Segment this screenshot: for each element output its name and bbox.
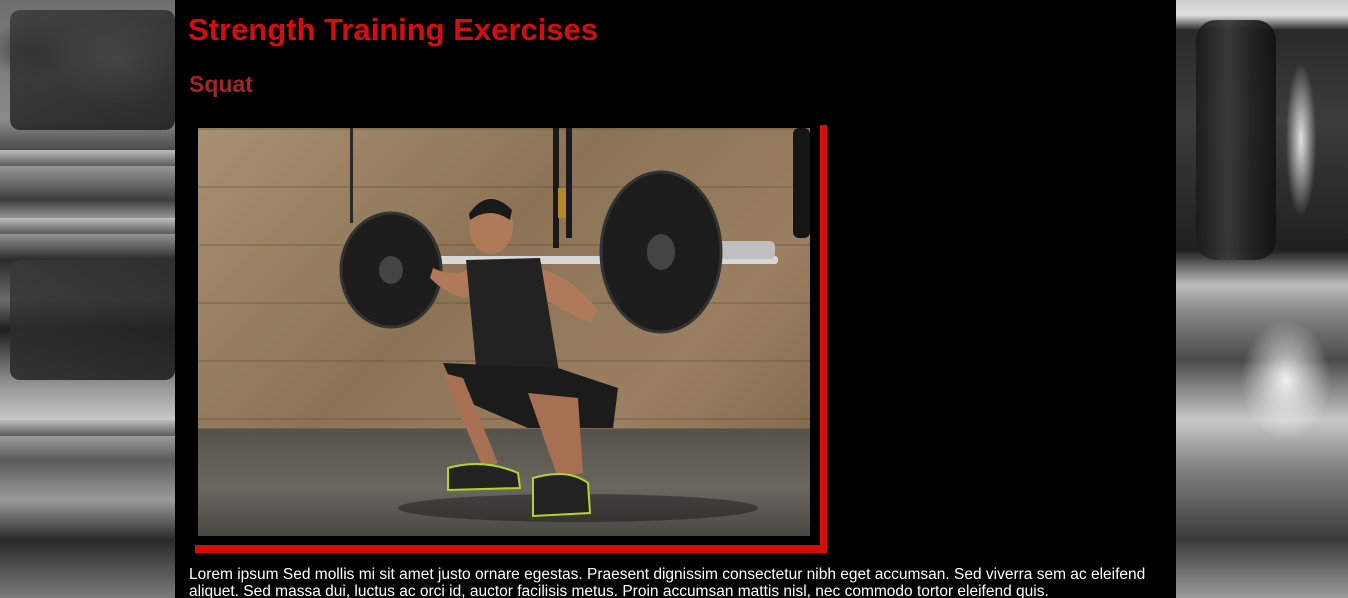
background-dumbbell-shape — [10, 260, 175, 380]
squat-illustration — [339, 128, 810, 522]
background-rack-bar — [0, 420, 175, 436]
background-rack-bar — [0, 150, 175, 166]
background-image-right — [1176, 0, 1348, 598]
page-title: Strength Training Exercises — [188, 12, 599, 47]
section-title: Squat — [189, 71, 253, 97]
background-image-left — [0, 0, 175, 598]
background-rack-bar — [0, 218, 175, 234]
background-dumbbell-shape — [10, 10, 175, 130]
frame-accent-bottom — [195, 545, 827, 553]
frame-accent-right — [820, 125, 827, 553]
background-dumbbell-shape — [1196, 20, 1276, 260]
section-body-text: Lorem ipsum Sed mollis mi sit amet justo… — [189, 566, 1146, 598]
image-frame — [195, 125, 827, 553]
main-content: Strength Training Exercises Squat Lorem … — [175, 0, 1176, 598]
squat-photo — [198, 128, 810, 536]
